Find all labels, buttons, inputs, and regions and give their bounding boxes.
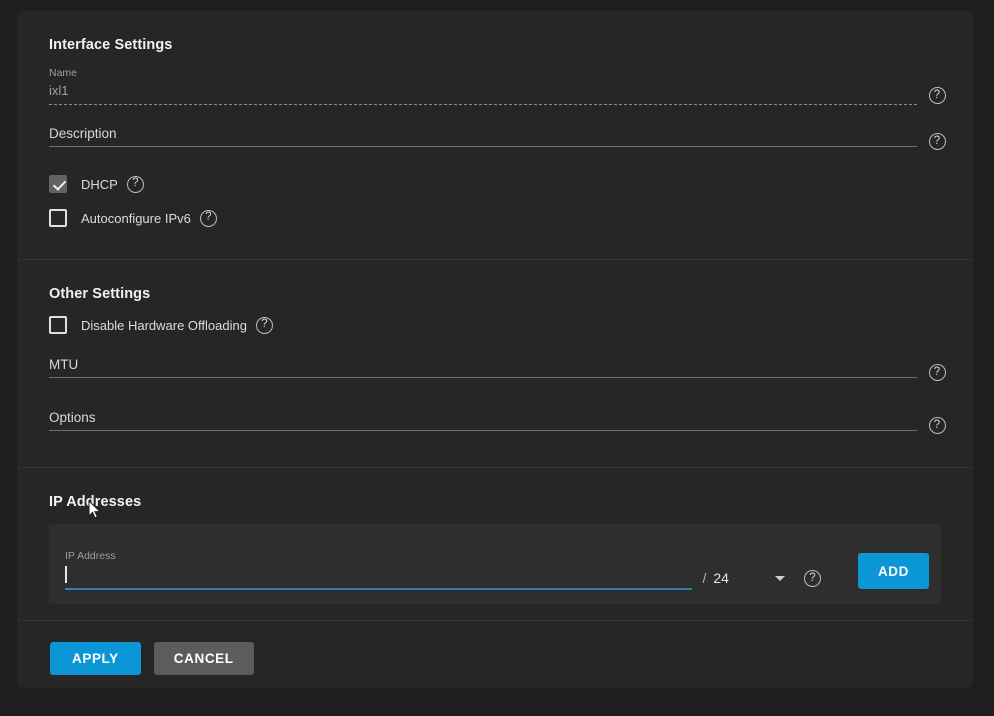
name-field[interactable]: Name ixl1 bbox=[49, 67, 917, 107]
help-icon-name[interactable]: ? bbox=[929, 87, 946, 104]
help-icon-ip-address[interactable]: ? bbox=[804, 570, 821, 587]
add-button[interactable]: ADD bbox=[858, 553, 929, 589]
netmask-group: / 24 bbox=[702, 570, 784, 586]
help-icon-description[interactable]: ? bbox=[929, 133, 946, 150]
mtu-field-label: MTU bbox=[49, 358, 917, 371]
disable-hw-offloading-checkbox[interactable] bbox=[49, 316, 67, 334]
ip-address-input[interactable] bbox=[65, 566, 692, 584]
section-other-settings: Other Settings Disable Hardware Offloadi… bbox=[17, 260, 973, 468]
name-field-value: ixl1 bbox=[49, 82, 917, 99]
name-field-label: Name bbox=[49, 67, 917, 80]
ip-addresses-title: IP Addresses bbox=[49, 494, 957, 510]
autoconfigure-ipv6-checkbox[interactable] bbox=[49, 209, 67, 227]
help-icon-disable-hw-offloading[interactable]: ? bbox=[256, 317, 273, 334]
dhcp-checkbox[interactable] bbox=[49, 175, 67, 193]
interface-settings-title: Interface Settings bbox=[49, 37, 957, 53]
options-field[interactable]: Options bbox=[49, 411, 917, 437]
mtu-field[interactable]: MTU bbox=[49, 358, 917, 384]
dhcp-label: DHCP bbox=[81, 177, 118, 192]
help-icon-autoconfigure-ipv6[interactable]: ? bbox=[200, 210, 217, 227]
description-field-underline bbox=[49, 146, 917, 147]
other-settings-title: Other Settings bbox=[49, 286, 957, 302]
help-icon-options[interactable]: ? bbox=[929, 417, 946, 434]
options-field-row: Options ? bbox=[33, 411, 957, 437]
netmask-slash: / bbox=[702, 570, 706, 586]
netmask-value[interactable]: 24 bbox=[713, 570, 729, 586]
options-field-label: Options bbox=[49, 411, 917, 424]
text-caret bbox=[65, 566, 67, 583]
settings-card: Interface Settings Name ixl1 ? Descripti… bbox=[17, 11, 973, 688]
ip-address-field[interactable]: IP Address bbox=[65, 550, 692, 590]
dhcp-checkbox-row[interactable]: DHCP ? bbox=[33, 175, 957, 193]
footer-actions: APPLY CANCEL bbox=[17, 621, 973, 675]
apply-button[interactable]: APPLY bbox=[50, 642, 141, 675]
description-field-label: Description bbox=[49, 127, 917, 140]
page-root: Interface Settings Name ixl1 ? Descripti… bbox=[0, 0, 994, 716]
description-field[interactable]: Description bbox=[49, 127, 917, 153]
ip-address-underline bbox=[65, 588, 692, 590]
mtu-field-row: MTU ? bbox=[33, 358, 957, 384]
mtu-field-underline bbox=[49, 377, 917, 378]
disable-hw-offloading-label: Disable Hardware Offloading bbox=[81, 318, 247, 333]
disable-hw-offloading-checkbox-row[interactable]: Disable Hardware Offloading ? bbox=[33, 316, 957, 334]
help-icon-mtu[interactable]: ? bbox=[929, 364, 946, 381]
autoconfigure-ipv6-checkbox-row[interactable]: Autoconfigure IPv6 ? bbox=[33, 209, 957, 227]
ip-address-label: IP Address bbox=[65, 550, 692, 563]
cancel-button[interactable]: CANCEL bbox=[154, 642, 254, 675]
description-field-row: Description ? bbox=[33, 127, 957, 153]
ip-address-panel: IP Address / 24 ? ADD bbox=[49, 524, 941, 604]
options-field-underline bbox=[49, 430, 917, 431]
autoconfigure-ipv6-label: Autoconfigure IPv6 bbox=[81, 211, 191, 226]
section-interface-settings: Interface Settings Name ixl1 ? Descripti… bbox=[17, 11, 973, 260]
name-field-underline bbox=[49, 104, 917, 105]
help-icon-dhcp[interactable]: ? bbox=[127, 176, 144, 193]
section-ip-addresses: IP Addresses IP Address / 24 ? bbox=[17, 468, 973, 621]
name-field-row: Name ixl1 ? bbox=[33, 67, 957, 107]
chevron-down-icon[interactable] bbox=[775, 576, 785, 581]
